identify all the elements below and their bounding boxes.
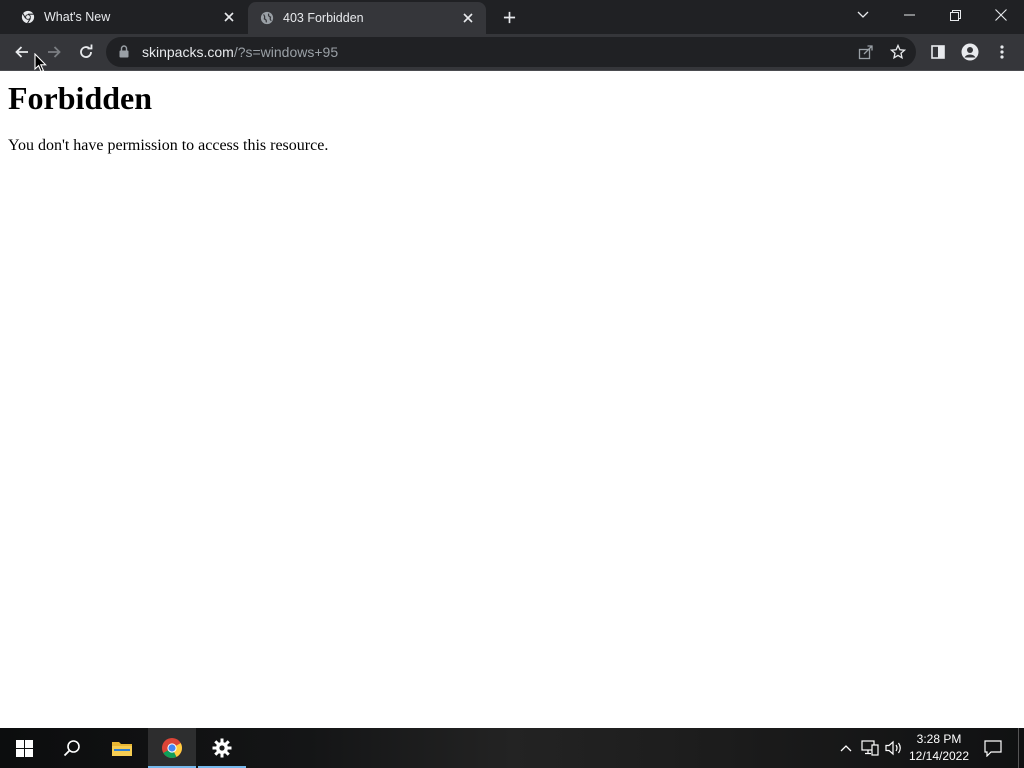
profile-avatar-icon <box>961 43 979 61</box>
kebab-menu-icon <box>1000 45 1004 59</box>
network-icon <box>861 740 879 756</box>
chrome-taskbar-button[interactable] <box>148 728 196 768</box>
page-heading: Forbidden <box>8 80 153 116</box>
menu-button[interactable] <box>988 38 1016 66</box>
settings-taskbar-button[interactable] <box>198 728 246 768</box>
volume-tray-button[interactable] <box>884 738 904 758</box>
network-tray-button[interactable] <box>860 738 880 758</box>
tab-search-button[interactable] <box>840 0 886 30</box>
web-page: Forbidden You don't have permission to a… <box>0 71 1024 728</box>
show-hidden-icons-button[interactable] <box>836 738 856 758</box>
notification-icon <box>984 739 1002 757</box>
tab-403-forbidden[interactable]: 403 Forbidden <box>248 2 486 34</box>
mouse-cursor-icon <box>34 52 48 73</box>
lock-icon[interactable] <box>119 45 129 63</box>
clock-time: 3:28 PM <box>916 732 962 746</box>
taskbar-clock[interactable]: 3:28 PM 12/14/2022 <box>904 731 974 765</box>
action-center-button[interactable] <box>978 728 1008 768</box>
tab-title: 403 Forbidden <box>283 11 364 25</box>
close-window-button[interactable] <box>978 0 1024 30</box>
globe-icon <box>259 10 275 26</box>
side-panel-icon <box>931 45 945 59</box>
settings-icon <box>212 738 232 758</box>
minimize-button[interactable] <box>886 0 932 30</box>
chevron-down-icon <box>857 11 869 18</box>
chevron-up-icon <box>840 745 852 752</box>
restore-button[interactable] <box>932 0 978 30</box>
tab-title: What's New <box>44 10 111 24</box>
file-explorer-button[interactable] <box>98 728 146 768</box>
start-icon <box>15 739 33 757</box>
plus-icon <box>503 11 515 23</box>
chrome-icon <box>162 738 182 758</box>
tab-whats-new[interactable]: What's New <box>0 0 246 34</box>
search-icon <box>63 740 80 757</box>
new-tab-button[interactable] <box>497 6 521 28</box>
file-explorer-icon <box>112 742 132 756</box>
windows-taskbar: 3:28 PM 12/14/2022 <box>0 728 1024 768</box>
restore-icon <box>949 9 961 21</box>
close-icon <box>995 9 1007 21</box>
start-button[interactable] <box>0 728 48 768</box>
side-panel-button[interactable] <box>924 38 952 66</box>
minimize-icon <box>903 14 915 16</box>
arrow-right-icon <box>48 46 61 58</box>
url-text: skinpacks.com/?s=windows+95 <box>142 44 338 60</box>
taskbar-search-button[interactable] <box>48 728 96 768</box>
back-button[interactable] <box>8 38 36 66</box>
share-icon[interactable] <box>856 42 876 62</box>
chrome-logo-icon <box>20 9 36 25</box>
reload-button[interactable] <box>72 38 100 66</box>
profile-button[interactable] <box>956 38 984 66</box>
close-tab-icon[interactable] <box>458 8 478 28</box>
url-domain: skinpacks.com <box>142 44 234 60</box>
show-desktop-button[interactable] <box>1018 728 1024 768</box>
arrow-left-icon <box>15 46 28 58</box>
clock-date: 12/14/2022 <box>908 749 970 763</box>
error-message: You don't have permission to access this… <box>8 137 329 154</box>
url-path: /?s=windows+95 <box>233 44 339 60</box>
speaker-icon <box>885 740 901 756</box>
close-tab-icon[interactable] <box>219 7 239 27</box>
tab-strip: What's New 403 Forbidden <box>0 0 1024 34</box>
reload-icon <box>80 44 93 58</box>
bookmark-star-icon[interactable] <box>888 42 908 62</box>
browser-toolbar: skinpacks.com/?s=windows+95 <box>0 34 1024 70</box>
address-bar[interactable]: skinpacks.com/?s=windows+95 <box>106 37 916 67</box>
